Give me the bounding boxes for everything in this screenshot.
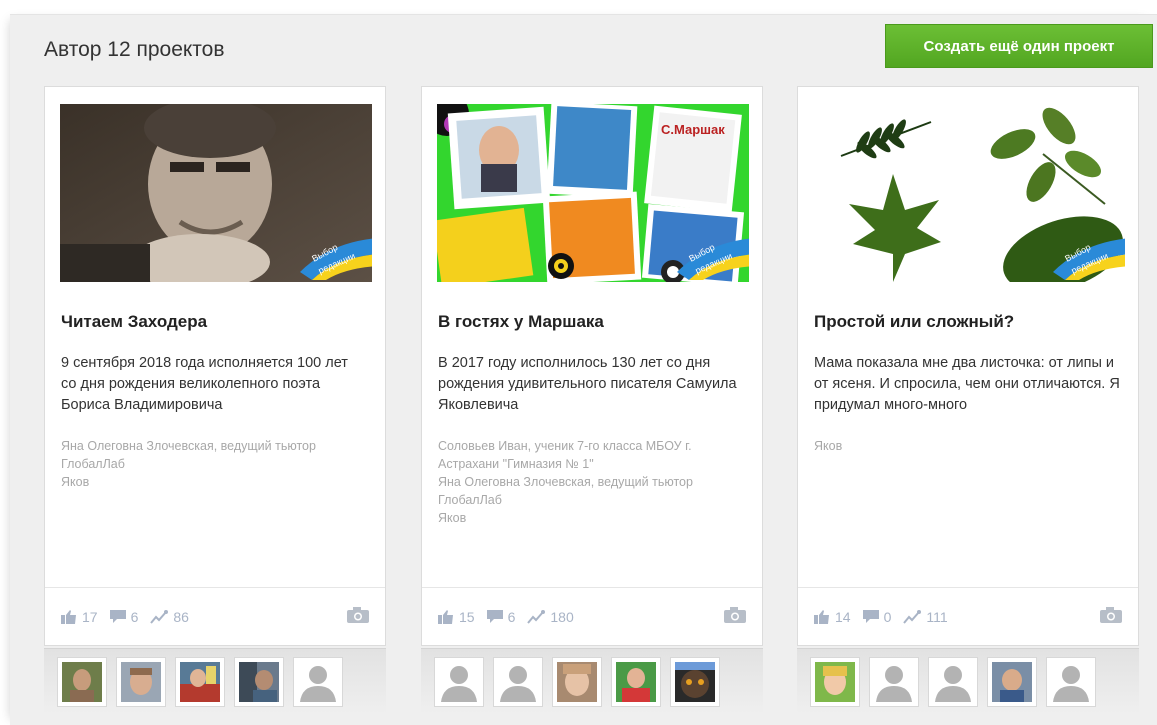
project-stats: 15 6 180 [422, 587, 762, 645]
author-line: Яна Олеговна Злочевская, ведущий тьютор … [61, 439, 316, 471]
project-description: 9 сентября 2018 года исполняется 100 лет… [61, 355, 348, 413]
views-stat: 111 [903, 608, 948, 625]
views-stat: 180 [527, 608, 574, 625]
comments-count: 0 [883, 608, 892, 625]
author-line: Яков [814, 439, 843, 453]
trend-icon [903, 609, 922, 624]
project-authors: Соловьев Иван, ученик 7-го класса МБОУ г… [438, 437, 746, 527]
comments-stat[interactable]: 6 [486, 608, 516, 625]
author-line: Яна Олеговна Злочевская, ведущий тьютор … [438, 475, 693, 507]
member-avatar[interactable] [552, 656, 602, 707]
member-avatar[interactable] [810, 656, 860, 707]
editors-choice-badge: Выбор редакции [300, 238, 372, 280]
member-avatar[interactable] [57, 656, 107, 707]
views-count: 111 [926, 608, 948, 625]
user-placeholder-icon [500, 665, 536, 702]
project-card-2[interactable]: С.Маршак Выбор редакции В гостях у Марша… [421, 86, 763, 646]
member-avatar[interactable] [493, 656, 543, 707]
user-placeholder-icon [1053, 665, 1089, 702]
project-card-3[interactable]: Выбор редакции Простой или сложный? Мама… [797, 86, 1139, 646]
comment-icon [486, 609, 503, 623]
member-avatar[interactable] [1046, 656, 1096, 707]
member-avatar[interactable] [116, 656, 166, 707]
likes-count: 15 [459, 608, 475, 625]
project-authors: Яна Олеговна Злочевская, ведущий тьютор … [61, 437, 369, 491]
user-placeholder-icon [876, 665, 912, 702]
comments-stat[interactable]: 6 [109, 608, 139, 625]
comments-count: 6 [507, 608, 516, 625]
member-avatar[interactable] [234, 656, 284, 707]
trend-icon [527, 609, 546, 624]
user-placeholder-icon [935, 665, 971, 702]
project-title[interactable]: Читаем Заходера [61, 312, 371, 332]
author-line: Яков [61, 475, 90, 489]
project-members-2 [421, 648, 763, 714]
camera-icon[interactable] [1100, 607, 1122, 626]
views-stat: 86 [150, 609, 189, 625]
member-avatar[interactable] [175, 656, 225, 707]
camera-icon[interactable] [347, 607, 369, 626]
project-stats: 17 6 86 [45, 587, 385, 645]
likes-count: 17 [82, 608, 98, 625]
trend-icon [150, 609, 169, 624]
project-members-3 [797, 648, 1139, 714]
member-avatar[interactable] [611, 656, 661, 707]
user-placeholder-icon [441, 665, 477, 702]
member-avatar[interactable] [670, 656, 720, 707]
project-members-1 [44, 648, 386, 714]
member-avatar[interactable] [293, 656, 343, 707]
member-avatar[interactable] [434, 656, 484, 707]
comment-icon [109, 609, 126, 623]
comments-count: 6 [130, 608, 139, 625]
create-project-button[interactable]: Создать ещё один проект [885, 24, 1153, 68]
page-title: Автор 12 проектов [44, 38, 225, 61]
editors-choice-badge: Выбор редакции [677, 238, 749, 280]
member-avatar[interactable] [869, 656, 919, 707]
member-avatar[interactable] [987, 656, 1037, 707]
likes-stat[interactable]: 14 [814, 609, 851, 625]
project-card-1[interactable]: Выбор редакции Читаем Заходера 9 сентябр… [44, 86, 386, 646]
project-image-1[interactable]: Выбор редакции [60, 104, 372, 282]
member-avatar[interactable] [928, 656, 978, 707]
camera-icon[interactable] [724, 607, 746, 626]
thumbs-up-icon [814, 609, 829, 624]
project-description: В 2017 году исполнилось 130 лет со дня р… [438, 355, 737, 413]
project-title[interactable]: В гостях у Маршака [438, 312, 748, 332]
views-count: 86 [173, 608, 189, 625]
likes-stat[interactable]: 17 [61, 609, 98, 625]
editors-choice-badge: Выбор редакции [1053, 238, 1125, 280]
author-line: Яков [438, 511, 467, 525]
thumbs-up-icon [438, 609, 453, 624]
thumbs-up-icon [61, 609, 76, 624]
author-line: Соловьев Иван, ученик 7-го класса МБОУ г… [438, 439, 692, 471]
views-count: 180 [550, 608, 574, 625]
project-title[interactable]: Простой или сложный? [814, 312, 1124, 332]
likes-count: 14 [835, 608, 851, 625]
svg-text:С.Маршак: С.Маршак [661, 122, 725, 137]
project-image-3[interactable]: Выбор редакции [813, 104, 1125, 282]
project-stats: 14 0 111 [798, 587, 1138, 645]
comment-icon [862, 609, 879, 623]
comments-stat[interactable]: 0 [862, 608, 892, 625]
user-placeholder-icon [300, 665, 336, 702]
project-description: Мама показала мне два листочка: от липы … [814, 355, 1120, 413]
project-authors: Яков [814, 437, 1122, 455]
likes-stat[interactable]: 15 [438, 609, 475, 625]
project-image-2[interactable]: С.Маршак Выбор редакции [437, 104, 749, 282]
